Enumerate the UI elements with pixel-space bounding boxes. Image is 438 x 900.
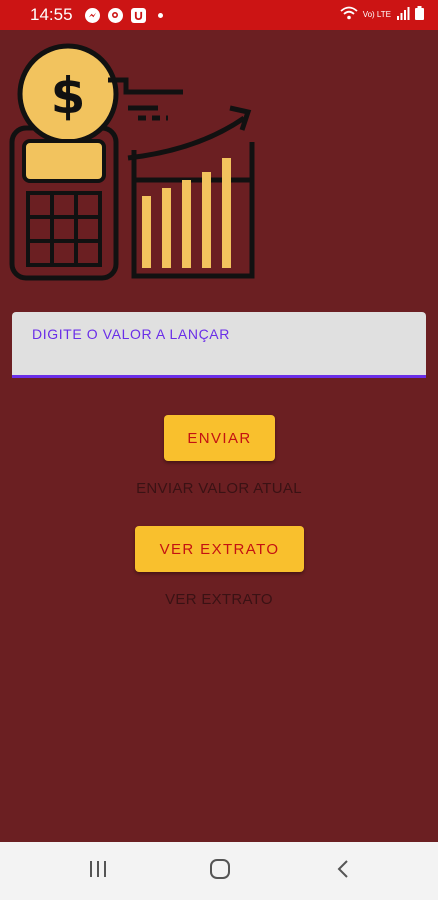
messenger-icon [84, 7, 100, 23]
status-left: 14:55 [30, 5, 163, 25]
battery-icon [415, 5, 424, 25]
u-app-icon [130, 7, 146, 23]
send-caption: ENVIAR VALOR ATUAL [136, 480, 302, 497]
wifi-icon [340, 5, 358, 25]
github-icon [107, 7, 123, 23]
home-button[interactable] [190, 842, 250, 900]
home-icon [209, 858, 231, 885]
value-input-container[interactable] [12, 312, 426, 378]
value-input[interactable] [12, 312, 426, 375]
back-button[interactable] [313, 842, 373, 900]
send-button[interactable]: ENVIAR [164, 415, 275, 461]
view-statement-caption: VER EXTRATO [165, 591, 273, 608]
back-icon [336, 859, 350, 884]
network-label: Vo) LTE [362, 10, 391, 19]
recents-icon [88, 860, 108, 883]
navigation-bar [0, 842, 438, 900]
status-bar: 14:55 Vo) LTE [0, 0, 438, 30]
money-calculator-growth-icon: $ [8, 38, 258, 286]
view-statement-button[interactable]: VER EXTRATO [135, 526, 304, 572]
recents-button[interactable] [68, 842, 128, 900]
status-time: 14:55 [30, 5, 73, 24]
svg-text:$: $ [51, 67, 86, 125]
signal-icon [396, 5, 410, 25]
status-right: Vo) LTE [340, 5, 424, 25]
more-notifications-icon [157, 12, 163, 18]
